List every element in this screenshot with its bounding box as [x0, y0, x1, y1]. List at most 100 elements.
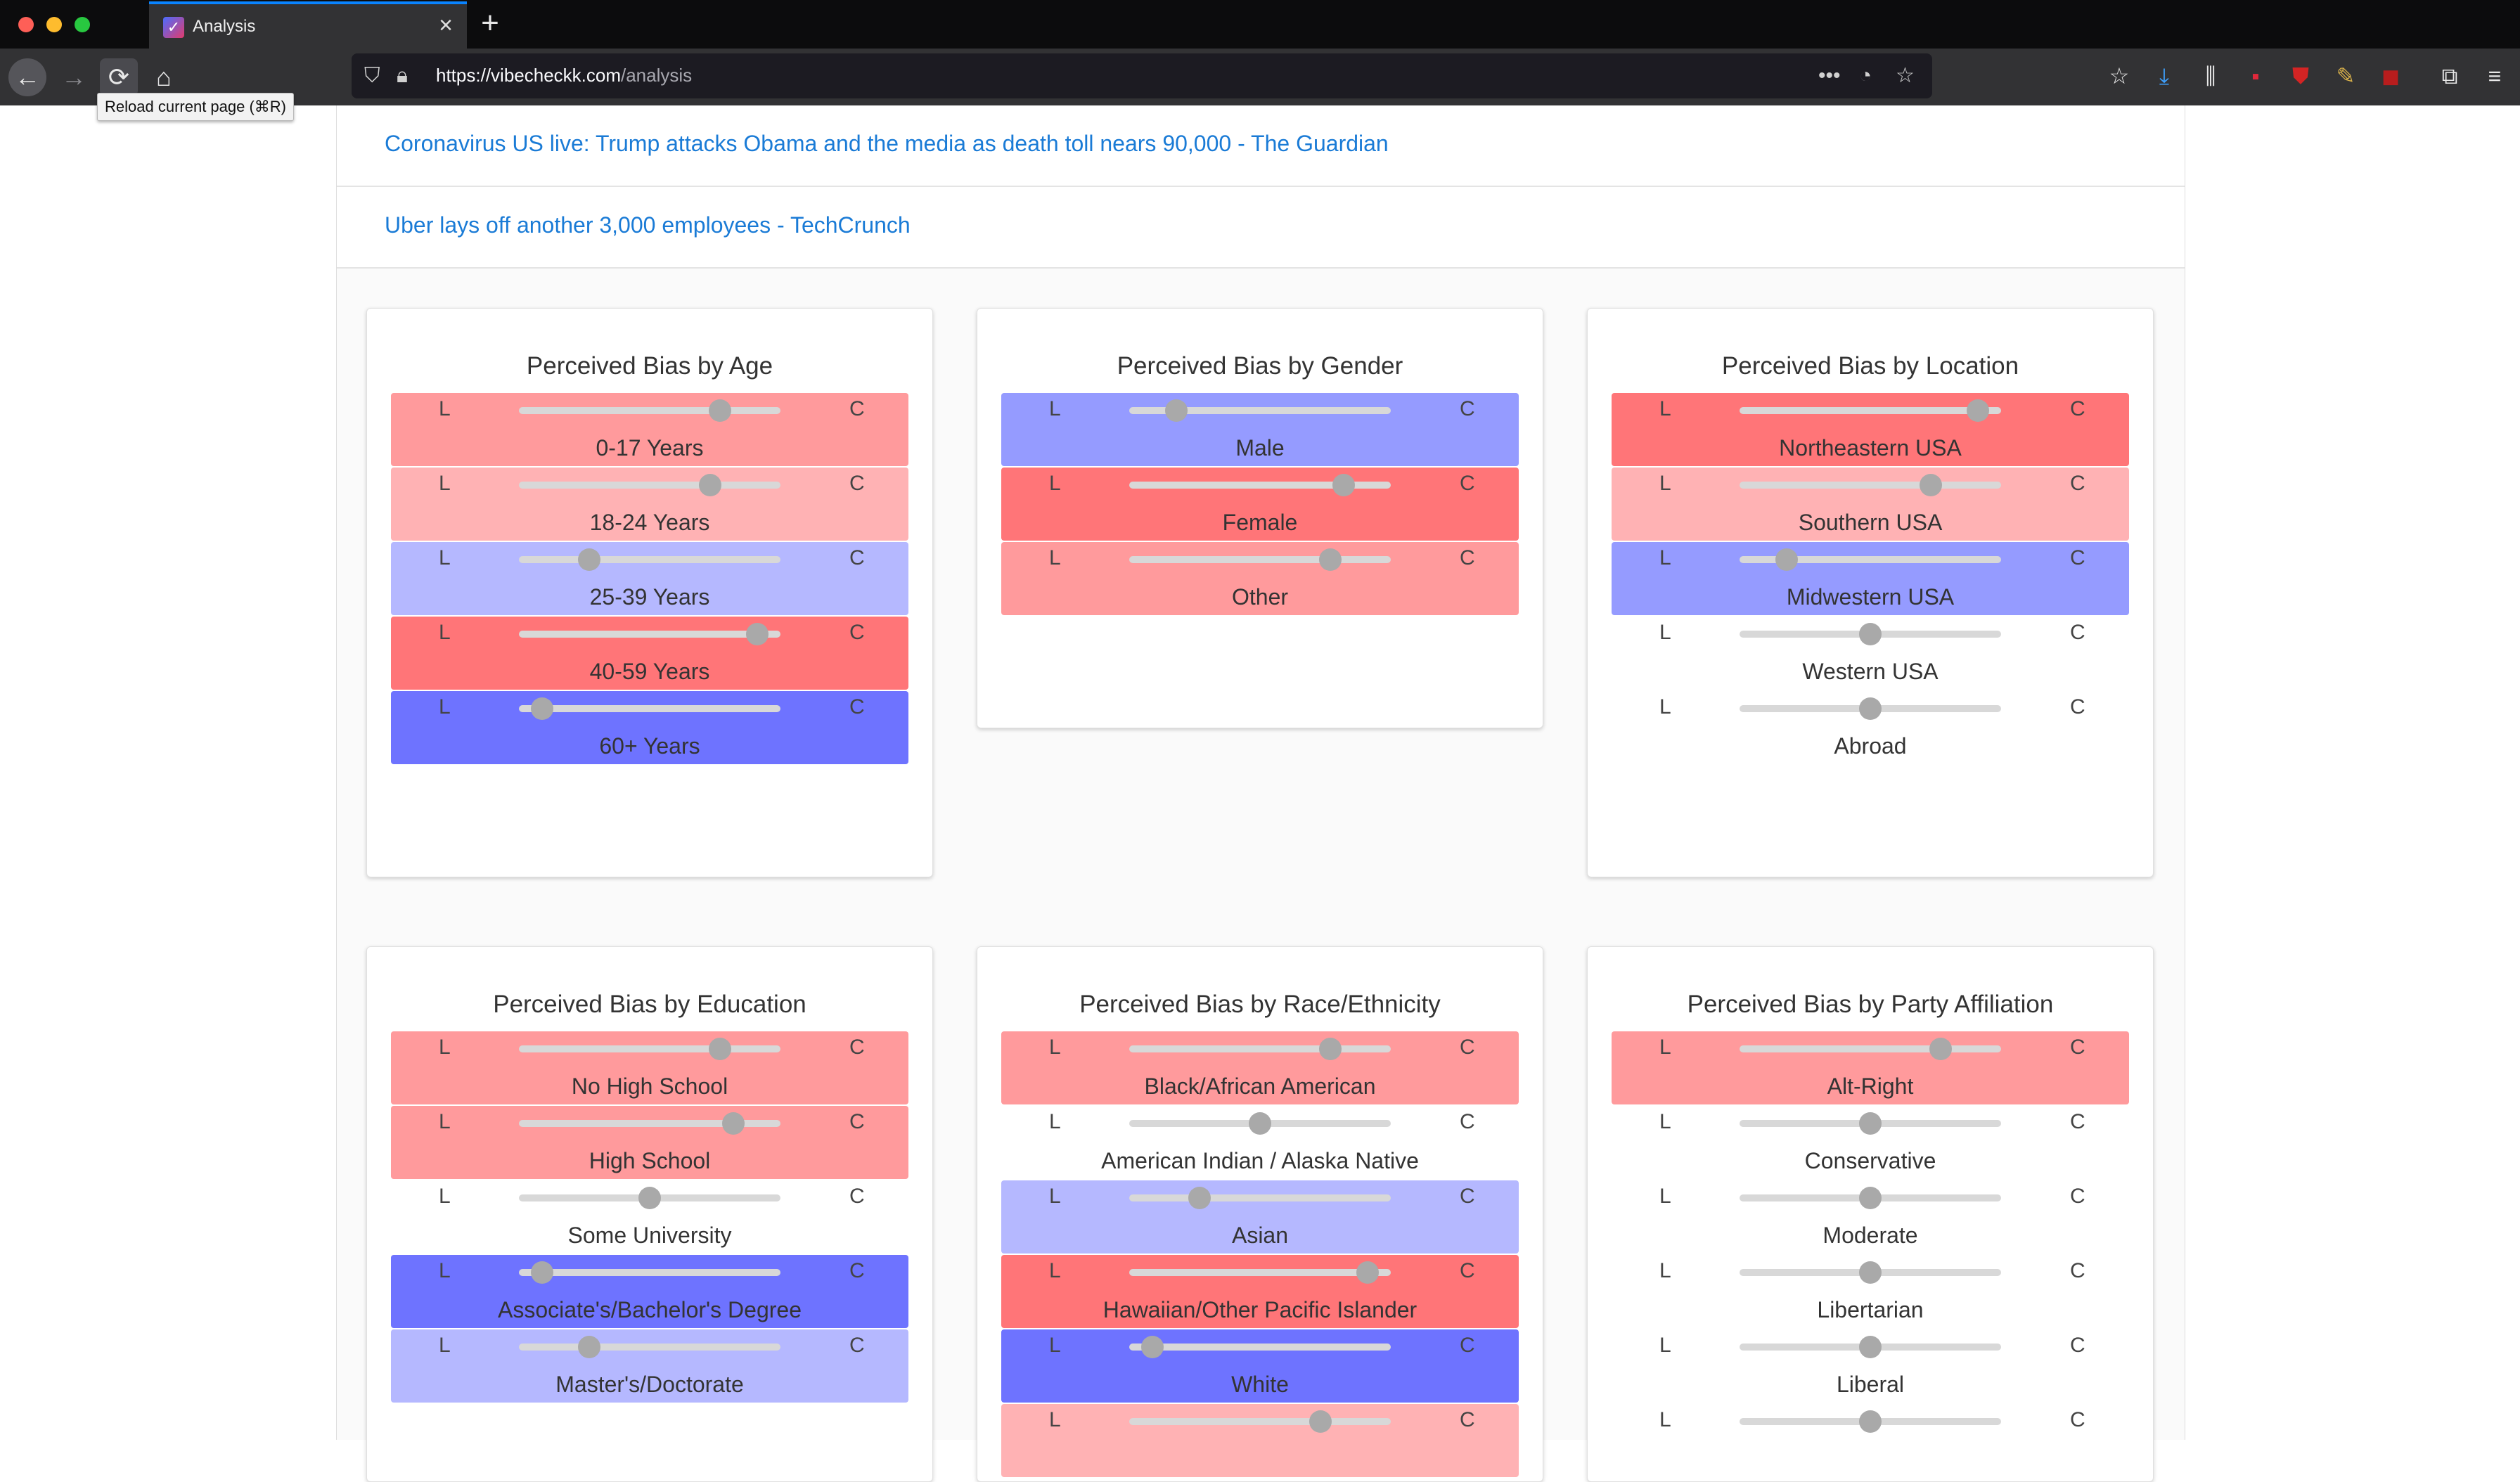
ublock-icon[interactable]: ⛊ [2285, 60, 2316, 91]
bias-slider[interactable] [1740, 1112, 2001, 1135]
bias-slider[interactable] [519, 1038, 780, 1060]
slider-thumb[interactable] [1164, 399, 1188, 422]
bias-slider[interactable] [1129, 1112, 1391, 1135]
slider-thumb[interactable] [578, 1336, 601, 1358]
bias-slider[interactable] [1740, 1187, 2001, 1209]
bias-slider[interactable] [1740, 1261, 2001, 1284]
slider-thumb[interactable] [638, 1187, 661, 1209]
slider-thumb[interactable] [1859, 1261, 1882, 1284]
bias-slider[interactable] [1740, 548, 2001, 571]
bias-slider[interactable] [1129, 1261, 1391, 1284]
tracking-shield-icon[interactable]: ⛉ [364, 62, 380, 90]
slider-thumb[interactable] [1859, 1336, 1882, 1358]
back-arrow-icon[interactable]: ← [8, 58, 46, 96]
bookmark-star-icon[interactable]: ☆ [1896, 62, 1915, 90]
slider-thumb[interactable] [1859, 1187, 1882, 1209]
bias-slider[interactable] [519, 1187, 780, 1209]
new-tab-icon[interactable]: + [472, 6, 508, 41]
slider-thumb[interactable] [1859, 623, 1882, 645]
bias-slider[interactable] [519, 474, 780, 496]
row-label: Alt-Right [1827, 1074, 1914, 1099]
bias-slider[interactable] [519, 1336, 780, 1358]
slider-thumb[interactable] [1319, 548, 1342, 571]
right-scale-label: C [849, 472, 865, 495]
bias-slider[interactable] [519, 1112, 780, 1135]
bias-row: L C Female [1001, 468, 1519, 541]
slider-thumb[interactable] [709, 399, 732, 422]
bias-slider[interactable] [1740, 399, 2001, 422]
hamburger-menu-icon[interactable]: ≡ [2479, 60, 2510, 91]
bias-slider[interactable] [1740, 623, 2001, 645]
slider-thumb[interactable] [1859, 1410, 1882, 1433]
slider-thumb[interactable] [1319, 1038, 1342, 1060]
bias-slider[interactable] [1129, 1038, 1391, 1060]
bias-slider[interactable] [1740, 1410, 2001, 1433]
site-favicon-icon: ✓ [163, 17, 184, 38]
minimize-window-button[interactable] [46, 17, 62, 32]
slider-thumb[interactable] [578, 548, 601, 571]
close-window-button[interactable] [18, 17, 34, 32]
right-scale-label: C [2070, 695, 2085, 719]
url-path: /analysis [621, 65, 693, 86]
news-link[interactable]: Coronavirus US live: Trump attacks Obama… [385, 131, 1389, 157]
lock-icon[interactable]: 🔒︎ [397, 62, 408, 90]
slider-thumb[interactable] [698, 474, 721, 496]
bias-slider[interactable] [519, 548, 780, 571]
left-scale-label: L [1049, 546, 1061, 569]
left-scale-label: L [1049, 1185, 1061, 1208]
bias-slider[interactable] [1129, 474, 1391, 496]
slider-thumb[interactable] [1188, 1187, 1211, 1209]
page-actions-icon[interactable]: ••• [1818, 62, 1841, 90]
pocket-icon[interactable]: ◔ [1859, 62, 1872, 90]
library-icon[interactable]: ⫼ [2195, 60, 2226, 91]
slider-thumb[interactable] [745, 623, 769, 645]
bias-slider[interactable] [1740, 474, 2001, 496]
tab-strip: ✓ Analysis × + [0, 0, 2520, 49]
downloads-icon[interactable]: ⤓ [2149, 60, 2180, 91]
slider-thumb[interactable] [531, 1261, 554, 1284]
news-link[interactable]: Uber lays off another 3,000 employees - … [385, 212, 911, 238]
slider-thumb[interactable] [1332, 474, 1356, 496]
bias-slider[interactable] [1129, 1410, 1391, 1433]
slider-thumb[interactable] [1775, 548, 1798, 571]
bias-slider[interactable] [519, 697, 780, 720]
extensions-menu-icon[interactable]: ⧉ [2434, 60, 2465, 91]
reading-list-icon[interactable]: ☆ [2104, 60, 2135, 91]
slider-thumb[interactable] [722, 1112, 745, 1135]
url-text[interactable]: https://vibecheckk.com/analysis [436, 65, 692, 86]
slider-thumb[interactable] [531, 697, 554, 720]
bias-slider[interactable] [1740, 697, 2001, 720]
left-scale-label: L [439, 1259, 451, 1282]
slider-thumb[interactable] [1141, 1336, 1164, 1358]
reload-icon[interactable]: ⟳ [100, 58, 138, 96]
slider-thumb[interactable] [1356, 1261, 1379, 1284]
close-tab-icon[interactable]: × [433, 11, 458, 39]
tab-analysis[interactable]: ✓ Analysis × [149, 1, 467, 49]
extension-red-icon[interactable]: ◼ [2375, 60, 2406, 91]
slider-thumb[interactable] [709, 1038, 732, 1060]
bias-slider[interactable] [519, 623, 780, 645]
forward-arrow-icon[interactable]: → [55, 58, 93, 96]
bias-slider[interactable] [519, 399, 780, 422]
bias-slider[interactable] [1129, 399, 1391, 422]
zoom-window-button[interactable] [75, 17, 90, 32]
slider-thumb[interactable] [1919, 474, 1942, 496]
bias-row: L C Northeastern USA [1612, 393, 2129, 466]
bias-slider[interactable] [1740, 1336, 2001, 1358]
bias-slider[interactable] [1129, 548, 1391, 571]
bias-slider[interactable] [1129, 1187, 1391, 1209]
slider-thumb[interactable] [1249, 1112, 1271, 1135]
bias-slider[interactable] [519, 1261, 780, 1284]
url-bar[interactable]: ⛉ 🔒︎ https://vibecheckk.com/analysis •••… [352, 53, 1932, 98]
bias-slider[interactable] [1740, 1038, 2001, 1060]
slider-thumb[interactable] [1929, 1038, 1953, 1060]
extension-pencil-icon[interactable]: ✎ [2330, 60, 2361, 91]
slider-thumb[interactable] [1859, 1112, 1882, 1135]
slider-thumb[interactable] [1859, 697, 1882, 720]
lastpass-icon[interactable]: ▪ [2240, 60, 2271, 91]
bias-slider[interactable] [1129, 1336, 1391, 1358]
right-scale-label: C [2070, 1408, 2085, 1431]
home-icon[interactable]: ⌂ [145, 58, 183, 96]
slider-thumb[interactable] [1966, 399, 1989, 422]
slider-thumb[interactable] [1309, 1410, 1332, 1433]
